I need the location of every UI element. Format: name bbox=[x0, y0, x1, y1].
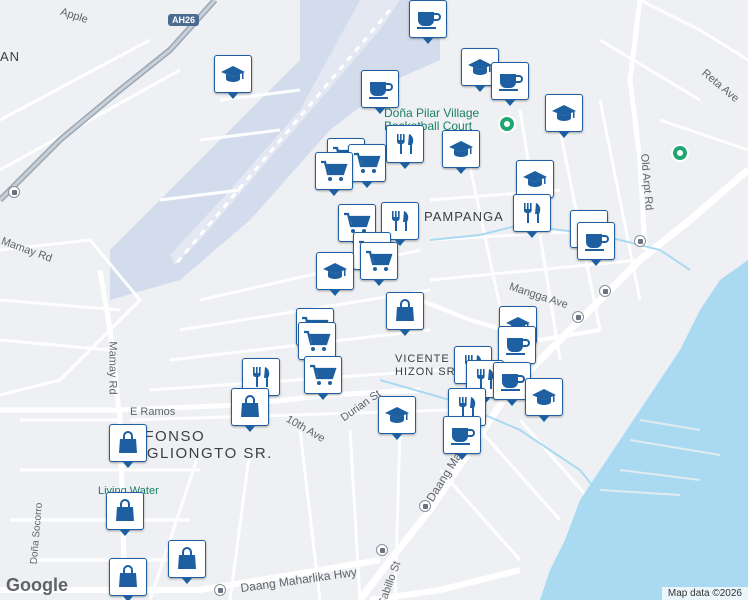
map-attribution[interactable]: Map data ©2026 bbox=[661, 587, 748, 600]
label-vicente-hizon: VICENTE HIZON SR. bbox=[395, 353, 460, 378]
school-icon bbox=[448, 138, 474, 160]
bus-stop-icon[interactable] bbox=[599, 285, 611, 297]
school-marker[interactable] bbox=[516, 160, 554, 204]
google-logo: Google bbox=[6, 575, 68, 595]
label-mamay-rd: Mamay Rd bbox=[106, 341, 119, 395]
shopping-bag-icon bbox=[175, 547, 199, 571]
bus-stop-icon[interactable] bbox=[214, 584, 226, 596]
school-icon bbox=[220, 63, 246, 85]
poi-pin-basketball-court[interactable] bbox=[498, 115, 516, 133]
bus-stop-icon[interactable] bbox=[572, 311, 584, 323]
shopping-bag-icon bbox=[238, 395, 262, 419]
grocery-marker[interactable] bbox=[304, 356, 342, 400]
coffee-icon bbox=[497, 70, 523, 92]
grocery-marker[interactable] bbox=[348, 144, 386, 188]
school-icon bbox=[384, 404, 410, 426]
restaurant-marker[interactable] bbox=[386, 125, 424, 169]
shopping-cart-icon bbox=[320, 159, 348, 183]
restaurant-icon bbox=[248, 365, 274, 389]
coffee-icon bbox=[504, 334, 530, 356]
school-icon bbox=[322, 260, 348, 282]
cafe-marker[interactable] bbox=[498, 326, 536, 370]
label-pampanga: PAMPANGA bbox=[424, 209, 504, 224]
shop-marker[interactable] bbox=[168, 540, 206, 584]
grocery-marker[interactable] bbox=[315, 152, 353, 196]
label-e-ramos: E Ramos bbox=[130, 406, 176, 418]
school-icon bbox=[522, 168, 548, 190]
shopping-bag-icon bbox=[116, 431, 140, 455]
school-icon bbox=[467, 56, 493, 78]
poi-pin-east[interactable] bbox=[671, 144, 689, 162]
school-marker[interactable] bbox=[214, 55, 252, 99]
coffee-icon bbox=[583, 230, 609, 252]
shop-marker[interactable] bbox=[386, 292, 424, 336]
shopping-bag-icon bbox=[393, 299, 417, 323]
school-marker[interactable] bbox=[442, 130, 480, 174]
cafe-marker[interactable] bbox=[361, 70, 399, 114]
bus-stop-icon[interactable] bbox=[8, 186, 20, 198]
cafe-marker[interactable] bbox=[443, 416, 481, 460]
shop-marker[interactable] bbox=[106, 492, 144, 536]
shopping-bag-icon bbox=[116, 565, 140, 589]
bus-stop-icon[interactable] bbox=[419, 500, 431, 512]
coffee-icon bbox=[415, 8, 441, 30]
map-canvas[interactable]: Apple AN AH26 Mamay Rd Mamay Rd PAMPANGA… bbox=[0, 0, 748, 600]
cafe-marker[interactable] bbox=[409, 0, 447, 44]
shopping-cart-icon bbox=[365, 249, 393, 273]
highway-shield-ah26: AH26 bbox=[168, 14, 200, 26]
grocery-marker[interactable] bbox=[298, 322, 336, 366]
cafe-marker[interactable] bbox=[577, 222, 615, 266]
shop-marker[interactable] bbox=[231, 388, 269, 432]
shopping-cart-icon bbox=[309, 363, 337, 387]
coffee-icon bbox=[449, 424, 475, 446]
restaurant-marker[interactable] bbox=[513, 194, 551, 238]
coffee-icon bbox=[499, 370, 525, 392]
school-icon bbox=[551, 102, 577, 124]
school-marker[interactable] bbox=[525, 378, 563, 422]
bus-stop-icon[interactable] bbox=[634, 235, 646, 247]
restaurant-icon bbox=[387, 209, 413, 233]
coffee-icon bbox=[367, 78, 393, 100]
shopping-bag-icon bbox=[113, 499, 137, 523]
bus-stop-icon[interactable] bbox=[376, 544, 388, 556]
shopping-cart-icon bbox=[353, 151, 381, 175]
shop-marker[interactable] bbox=[109, 558, 147, 600]
label-an: AN bbox=[0, 49, 21, 64]
restaurant-icon bbox=[392, 132, 418, 156]
school-marker[interactable] bbox=[316, 252, 354, 296]
shopping-cart-icon bbox=[303, 329, 331, 353]
shop-marker[interactable] bbox=[109, 424, 147, 468]
school-icon bbox=[531, 386, 557, 408]
school-marker[interactable] bbox=[545, 94, 583, 138]
school-marker[interactable] bbox=[378, 396, 416, 440]
grocery-marker[interactable] bbox=[360, 242, 398, 286]
cafe-marker[interactable] bbox=[491, 62, 529, 106]
restaurant-icon bbox=[519, 201, 545, 225]
